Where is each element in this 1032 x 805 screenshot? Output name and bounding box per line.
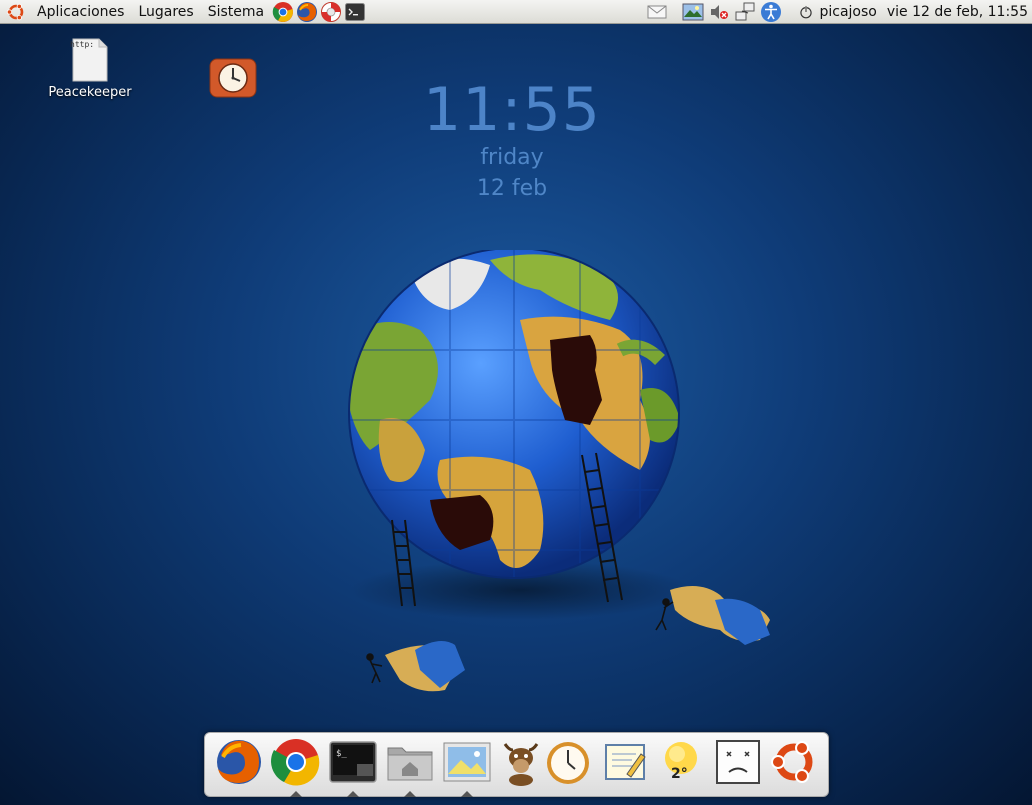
dock-clock[interactable] bbox=[542, 736, 594, 788]
running-indicator bbox=[461, 791, 473, 797]
accessibility-icon[interactable] bbox=[760, 1, 782, 23]
file-icon-text: http: bbox=[70, 40, 95, 49]
dock-terminal[interactable]: $_ bbox=[327, 736, 379, 797]
desktop-file-label: Peacekeeper bbox=[48, 85, 132, 100]
weather-temperature: 2° bbox=[671, 766, 688, 782]
menu-lugares[interactable]: Lugares bbox=[131, 0, 200, 24]
wallpaper-changer-icon[interactable] bbox=[682, 1, 704, 23]
power-icon[interactable] bbox=[798, 4, 814, 20]
chrome-icon bbox=[271, 739, 320, 786]
ubuntu-logo-icon[interactable] bbox=[6, 2, 26, 22]
ubuntu-icon bbox=[771, 741, 813, 783]
sad-face-icon bbox=[716, 740, 760, 784]
dock-chrome[interactable] bbox=[270, 736, 322, 797]
clock-widget-time: 11:55 bbox=[423, 75, 601, 145]
clock-widget-date: 12 feb bbox=[476, 176, 548, 201]
alarm-clock-icon bbox=[209, 58, 257, 98]
panel-left: Aplicaciones Lugares Sistema bbox=[0, 0, 367, 23]
image-viewer-icon bbox=[443, 742, 491, 782]
panel-clock[interactable]: vie 12 de feb, 11:55 bbox=[887, 4, 1028, 20]
panel-right: picajoso vie 12 de feb, 11:55 bbox=[644, 0, 1032, 23]
dock-ubuntu[interactable] bbox=[768, 736, 820, 788]
gnu-icon bbox=[503, 743, 539, 786]
dock-weather[interactable]: 2° bbox=[655, 736, 707, 788]
firefox-launcher-icon[interactable] bbox=[296, 1, 318, 23]
network-icon[interactable] bbox=[734, 1, 756, 23]
svg-text:$_: $_ bbox=[336, 749, 347, 759]
dock-text-editor[interactable] bbox=[599, 736, 651, 788]
running-indicator bbox=[404, 791, 416, 797]
top-panel: Aplicaciones Lugares Sistema picajoso vi… bbox=[0, 0, 1032, 24]
menu-sistema[interactable]: Sistema bbox=[201, 0, 271, 24]
dock-sad-face-app[interactable] bbox=[712, 736, 764, 788]
terminal-icon: $_ bbox=[329, 741, 377, 783]
desktop-clock-widget: 11:55 friday 12 feb bbox=[412, 78, 612, 204]
help-lifebuoy-icon[interactable] bbox=[320, 1, 342, 23]
dock-home-folder[interactable] bbox=[384, 736, 436, 797]
clock-icon bbox=[547, 742, 589, 784]
dock-gnu-app[interactable] bbox=[495, 736, 547, 788]
desktop-clock-app[interactable] bbox=[205, 58, 261, 102]
volume-muted-icon[interactable] bbox=[708, 1, 730, 23]
desktop-file-peacekeeper[interactable]: http: Peacekeeper bbox=[40, 38, 140, 100]
menu-aplicaciones[interactable]: Aplicaciones bbox=[30, 0, 131, 24]
text-editor-icon bbox=[605, 744, 646, 780]
user-name[interactable]: picajoso bbox=[819, 4, 876, 20]
puzzle-globe-wallpaper bbox=[348, 250, 770, 692]
clock-widget-day: friday bbox=[480, 145, 544, 170]
home-folder-icon bbox=[387, 747, 433, 781]
terminal-launcher-icon[interactable] bbox=[344, 1, 366, 23]
dock: $_ 2° bbox=[204, 732, 829, 797]
dock-firefox[interactable] bbox=[213, 736, 265, 788]
mail-icon[interactable] bbox=[646, 1, 668, 23]
dock-image-viewer[interactable] bbox=[441, 736, 493, 797]
running-indicator bbox=[290, 791, 302, 797]
firefox-icon bbox=[217, 740, 261, 784]
chrome-launcher-icon[interactable] bbox=[272, 1, 294, 23]
running-indicator bbox=[347, 791, 359, 797]
